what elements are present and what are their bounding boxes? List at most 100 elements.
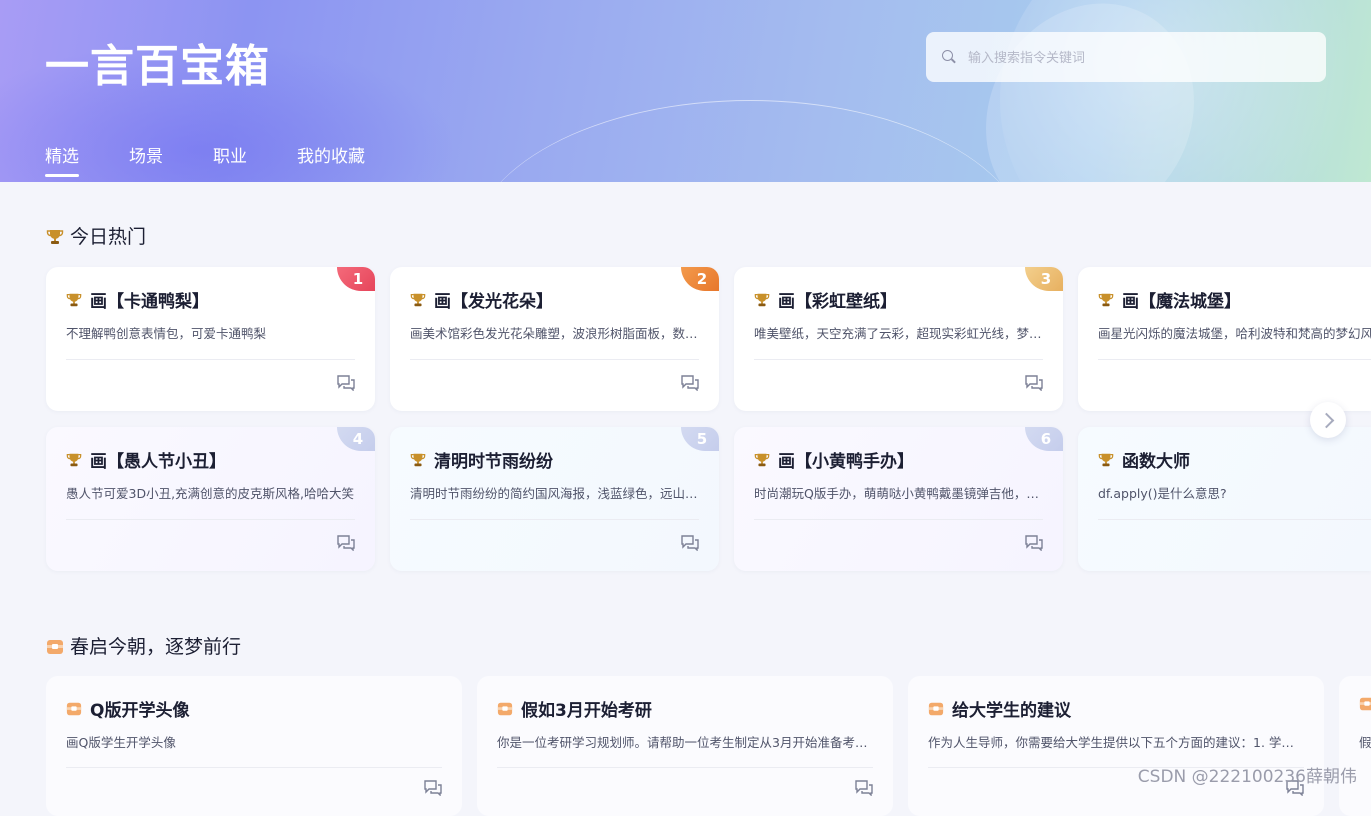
header-banner: 一言百宝箱 精选 场景 职业 我的收藏 [0, 0, 1371, 182]
chat-icon[interactable] [337, 535, 355, 552]
section-title-text: 春启今朝，逐梦前行 [70, 636, 242, 658]
card-divider [1098, 359, 1371, 360]
toolbox-icon [66, 701, 82, 717]
prompt-card[interactable]: 1 画【卡通鸭梨】 不理解鸭创意表情包，可爱卡通鸭梨 [46, 267, 375, 411]
chat-icon[interactable] [424, 780, 442, 797]
search-icon [942, 50, 953, 61]
trophy-icon [1098, 452, 1114, 468]
card-title-text: 画【愚人节小丑】 [90, 452, 226, 472]
trophy-icon [410, 292, 426, 308]
rank-badge: 2 [681, 267, 719, 291]
chat-icon[interactable] [337, 375, 355, 392]
chat-icon[interactable] [855, 780, 873, 797]
rank-badge: 6 [1025, 427, 1063, 451]
card-divider [66, 519, 355, 520]
card-title-text: 画【发光花朵】 [434, 292, 553, 312]
card-divider [66, 359, 355, 360]
brand-title: 一言百宝箱 [45, 41, 270, 92]
card-title: 画【愚人节小丑】 [66, 447, 226, 472]
card-title: Q版开学头像 [66, 696, 189, 721]
card-title: 清明时节雨纷纷 [410, 447, 553, 472]
card-title-text: 画【彩虹壁纸】 [778, 292, 897, 312]
prompt-card[interactable]: 2 画【发光花朵】 画美术馆彩色发光花朵雕塑，波浪形树脂面板，数字艺术 [390, 267, 719, 411]
card-title: 画【小黄鸭手办】 [754, 447, 914, 472]
card-title-text: 函数大师 [1122, 452, 1190, 472]
card-divider [754, 359, 1043, 360]
card-divider [754, 519, 1043, 520]
card-title: 画【卡通鸭梨】 [66, 287, 209, 312]
card-title: 假如3月开始考研 [497, 696, 652, 721]
chat-icon[interactable] [1025, 535, 1043, 552]
card-divider [66, 767, 442, 768]
card-title-text: 给大学生的建议 [952, 701, 1071, 721]
section-title-spring: 春启今朝，逐梦前行 [46, 632, 241, 659]
card-description: 时尚潮玩Q版手办，萌萌哒小黄鸭戴墨镜弹吉他，彩色背景 [754, 486, 1043, 501]
prompt-card[interactable]: 假如3月开始考研 你是一位考研学习规划师。请帮助一位考生制定从3月开始准备考研的… [477, 676, 893, 816]
carousel-next-button[interactable] [1310, 402, 1346, 438]
rank-badge: 4 [337, 427, 375, 451]
rank-badge: 1 [337, 267, 375, 291]
card-description: 不理解鸭创意表情包，可爱卡通鸭梨 [66, 326, 267, 341]
card-divider [410, 359, 699, 360]
tab-featured[interactable]: 精选 [45, 142, 79, 177]
card-divider [497, 767, 873, 768]
trophy-icon [754, 452, 770, 468]
card-title-text: 画【小黄鸭手办】 [778, 452, 914, 472]
rank-badge: 5 [681, 427, 719, 451]
prompt-card[interactable]: 6 画【小黄鸭手办】 时尚潮玩Q版手办，萌萌哒小黄鸭戴墨镜弹吉他，彩色背景 [734, 427, 1063, 571]
card-description: 画Q版学生开学头像 [66, 735, 176, 750]
main-tabs: 精选 场景 职业 我的收藏 [45, 142, 415, 177]
banner-decoration [1000, 0, 1371, 182]
section-title-hot: 今日热门 [46, 222, 146, 249]
card-title: 画【彩虹壁纸】 [754, 287, 897, 312]
chat-icon[interactable] [1025, 375, 1043, 392]
card-title-text: 清明时节雨纷纷 [434, 452, 553, 472]
card-description: 假 [1359, 735, 1371, 750]
trophy-icon [66, 292, 82, 308]
prompt-card[interactable]: 画【魔法城堡】 画星光闪烁的魔法城堡，哈利波特和梵高的梦幻风格 [1078, 267, 1371, 411]
prompt-card[interactable]: 3 画【彩虹壁纸】 唯美壁纸，天空充满了云彩，超现实彩虹光线，梦幻色彩 [734, 267, 1063, 411]
trophy-icon [410, 452, 426, 468]
tab-professions[interactable]: 职业 [213, 142, 247, 177]
card-title-text: 假如3月开始考研 [521, 701, 652, 721]
chat-icon[interactable] [681, 535, 699, 552]
prompt-card[interactable]: 给大学生的建议 作为人生导师，你需要给大学生提供以下五个方面的建议：1. 学习方… [908, 676, 1324, 816]
toolbox-icon [1359, 696, 1371, 712]
toolbox-icon [497, 701, 513, 717]
card-description: 清明时节雨纷纷的简约国风海报，浅蓝绿色，远山烟雨 [410, 486, 699, 501]
card-description: 唯美壁纸，天空充满了云彩，超现实彩虹光线，梦幻色彩 [754, 326, 1043, 341]
prompt-card[interactable]: 函数大师 df.apply()是什么意思? [1078, 427, 1371, 571]
prompt-card[interactable]: 4 画【愚人节小丑】 愚人节可爱3D小丑,充满创意的皮克斯风格,哈哈大笑 [46, 427, 375, 571]
prompt-card[interactable]: 5 清明时节雨纷纷 清明时节雨纷纷的简约国风海报，浅蓝绿色，远山烟雨 [390, 427, 719, 571]
watermark: CSDN @222100236薛朝伟 [1137, 767, 1357, 787]
card-description: 画美术馆彩色发光花朵雕塑，波浪形树脂面板，数字艺术 [410, 326, 699, 341]
prompt-card[interactable]: 假 [1339, 676, 1371, 816]
trophy-icon [1098, 292, 1114, 308]
section-title-text: 今日热门 [70, 226, 147, 248]
card-description: 愚人节可爱3D小丑,充满创意的皮克斯风格,哈哈大笑 [66, 486, 355, 501]
tab-favorites[interactable]: 我的收藏 [297, 142, 365, 177]
prompt-card[interactable]: Q版开学头像 画Q版学生开学头像 [46, 676, 462, 816]
tab-scenes[interactable]: 场景 [129, 142, 163, 177]
card-description: 作为人生导师，你需要给大学生提供以下五个方面的建议：1. 学习方法 [928, 735, 1304, 750]
trophy-icon [66, 452, 82, 468]
card-title: 函数大师 [1098, 447, 1190, 472]
card-divider [1098, 519, 1371, 520]
search-input[interactable] [966, 32, 1310, 84]
card-title-text: 画【卡通鸭梨】 [90, 292, 209, 312]
rank-badge: 3 [1025, 267, 1063, 291]
trophy-icon [754, 292, 770, 308]
trophy-icon [46, 228, 64, 244]
card-title-text: Q版开学头像 [90, 701, 190, 721]
card-title: 画【魔法城堡】 [1098, 287, 1241, 312]
card-title: 画【发光花朵】 [410, 287, 553, 312]
chat-icon[interactable] [681, 375, 699, 392]
chevron-right-icon [1318, 412, 1334, 428]
toolbox-icon [928, 701, 944, 717]
card-title: 给大学生的建议 [928, 696, 1071, 721]
card-description: df.apply()是什么意思? [1098, 486, 1227, 501]
banner-decoration [470, 100, 1030, 182]
search-box[interactable] [926, 32, 1326, 84]
card-title [1359, 696, 1371, 712]
card-title-text: 画【魔法城堡】 [1122, 292, 1241, 312]
